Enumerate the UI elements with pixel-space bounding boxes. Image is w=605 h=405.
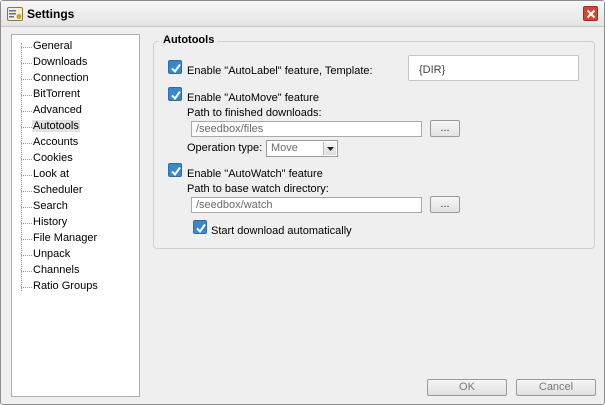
sidebar-item-label: Search — [33, 200, 68, 212]
sidebar-item-cookies[interactable]: Cookies — [12, 151, 139, 167]
settings-app-icon — [7, 7, 23, 21]
checkmark-icon — [196, 223, 206, 234]
operation-type-select[interactable]: Move — [266, 140, 338, 157]
sidebar-item-accounts[interactable]: Accounts — [12, 135, 139, 151]
sidebar-item-look-at[interactable]: Look at — [12, 167, 139, 183]
start-automatically-label: Start download automatically — [211, 225, 352, 237]
autolabel-checkbox[interactable] — [168, 60, 182, 74]
sidebar-item-downloads[interactable]: Downloads — [12, 55, 139, 71]
sidebar-item-label: General — [33, 40, 73, 52]
cancel-button[interactable]: Cancel — [516, 379, 596, 396]
title-bar[interactable]: Settings — [1, 1, 604, 27]
autowatch-checkbox[interactable] — [168, 163, 182, 177]
sidebar-item-label: Unpack — [33, 248, 71, 260]
sidebar-item-file-manager[interactable]: File Manager — [12, 231, 139, 247]
browse-finished-button[interactable]: ... — [430, 120, 460, 137]
sidebar-item-label: Look at — [33, 168, 70, 180]
finished-path-label: Path to finished downloads: — [187, 107, 322, 119]
sidebar-item-label: History — [33, 216, 68, 228]
sidebar-item-ratio-groups[interactable]: Ratio Groups — [12, 279, 139, 295]
autotools-group-title: Autotools — [159, 34, 219, 46]
sidebar-item-label: Connection — [33, 72, 89, 84]
finished-path-input[interactable]: /seedbox/files — [191, 121, 422, 137]
sidebar-item-label: Accounts — [33, 136, 79, 148]
close-icon — [586, 9, 596, 19]
chevron-down-icon — [323, 142, 336, 155]
sidebar-item-history[interactable]: History — [12, 215, 139, 231]
sidebar-item-label: Channels — [33, 264, 80, 276]
autolabel-template-field[interactable]: {DIR} — [408, 55, 579, 81]
sidebar-item-label: Advanced — [33, 104, 82, 116]
sidebar-item-autotools[interactable]: Autotools — [12, 119, 139, 135]
checkmark-icon — [171, 63, 181, 74]
sidebar-item-bittorrent[interactable]: BitTorrent — [12, 87, 139, 103]
checkmark-icon — [171, 90, 181, 101]
sidebar-item-channels[interactable]: Channels — [12, 263, 139, 279]
ok-button[interactable]: OK — [427, 379, 507, 396]
sidebar-item-search[interactable]: Search — [12, 199, 139, 215]
automove-checkbox[interactable] — [168, 87, 182, 101]
sidebar-item-label: Ratio Groups — [33, 280, 98, 292]
operation-type-label: Operation type: — [187, 142, 263, 154]
sidebar-item-label: Autotools — [32, 120, 80, 132]
close-button[interactable] — [583, 6, 598, 21]
sidebar-item-label: Downloads — [33, 56, 88, 68]
watch-path-label: Path to base watch directory: — [187, 183, 329, 195]
checkmark-icon — [171, 166, 181, 177]
window-title: Settings — [27, 7, 75, 21]
sidebar-item-scheduler[interactable]: Scheduler — [12, 183, 139, 199]
operation-type-value: Move — [271, 142, 298, 154]
sidebar-item-advanced[interactable]: Advanced — [12, 103, 139, 119]
sidebar-item-unpack[interactable]: Unpack — [12, 247, 139, 263]
sidebar-item-label: Scheduler — [33, 184, 83, 196]
sidebar-item-connection[interactable]: Connection — [12, 71, 139, 87]
settings-category-tree[interactable]: General Downloads Connection BitTorrent … — [11, 34, 140, 397]
browse-watch-button[interactable]: ... — [430, 196, 460, 213]
sidebar-item-label: File Manager — [33, 232, 98, 244]
autowatch-label: Enable "AutoWatch" feature — [187, 168, 323, 180]
autolabel-label: Enable "AutoLabel" feature, Template: — [187, 65, 373, 77]
settings-window: Settings General Downloads Connection Bi… — [0, 0, 605, 405]
watch-path-input[interactable]: /seedbox/watch — [191, 197, 422, 213]
sidebar-item-label: Cookies — [33, 152, 73, 164]
sidebar-item-general[interactable]: General — [12, 39, 139, 55]
start-automatically-checkbox[interactable] — [193, 220, 207, 234]
sidebar-item-label: BitTorrent — [33, 88, 81, 100]
automove-label: Enable "AutoMove" feature — [187, 92, 319, 104]
